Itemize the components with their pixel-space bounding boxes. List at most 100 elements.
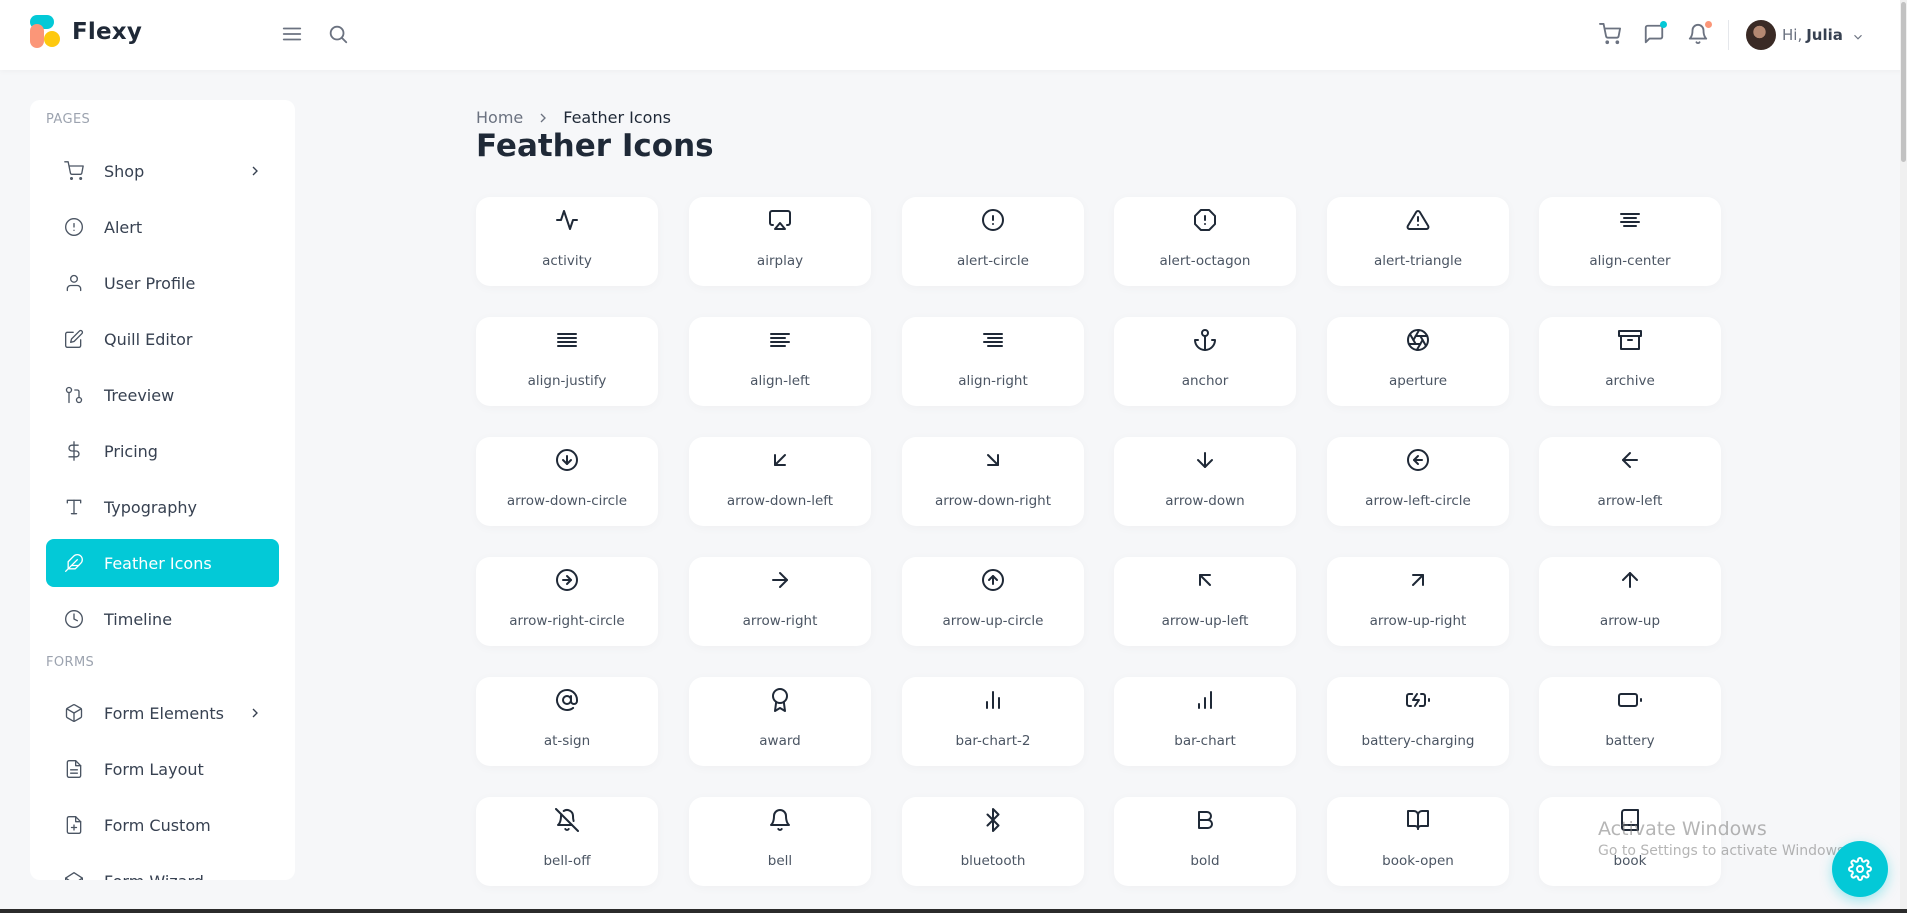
- arrow-left-icon: [1618, 448, 1642, 472]
- user-greeting[interactable]: Hi, Julia: [1782, 26, 1843, 44]
- arrow-left-circle-icon: [1406, 448, 1430, 472]
- settings-button[interactable]: [1832, 841, 1888, 897]
- shopping-cart-icon[interactable]: [1598, 22, 1622, 46]
- icon-card-label: align-right: [958, 373, 1028, 389]
- icon-card-at-sign[interactable]: at-sign: [476, 677, 658, 766]
- icon-card-battery[interactable]: battery: [1539, 677, 1721, 766]
- icon-card-align-justify[interactable]: align-justify: [476, 317, 658, 406]
- sidebar-item-quill-editor[interactable]: Quill Editor: [46, 315, 279, 363]
- taskbar-edge: [0, 909, 1907, 913]
- sidebar-item-label: Form Wizard: [104, 872, 204, 881]
- icon-card-bar-chart[interactable]: bar-chart: [1114, 677, 1296, 766]
- battery-charging-icon: [1406, 688, 1430, 712]
- icon-card-activity[interactable]: activity: [476, 197, 658, 286]
- icon-card-battery-charging[interactable]: battery-charging: [1327, 677, 1509, 766]
- bold-icon: [1193, 808, 1217, 832]
- icon-card-bar-chart-2[interactable]: bar-chart-2: [902, 677, 1084, 766]
- icon-card-arrow-up-left[interactable]: arrow-up-left: [1114, 557, 1296, 646]
- sidebar-item-feather-icons[interactable]: Feather Icons: [46, 539, 279, 587]
- bluetooth-icon: [981, 808, 1005, 832]
- book-open-icon: [1406, 808, 1430, 832]
- icon-card-arrow-up-circle[interactable]: arrow-up-circle: [902, 557, 1084, 646]
- icon-card-align-center[interactable]: align-center: [1539, 197, 1721, 286]
- type-icon: [64, 497, 84, 517]
- icon-card-alert-triangle[interactable]: alert-triangle: [1327, 197, 1509, 286]
- icon-card-label: arrow-up-circle: [942, 613, 1044, 629]
- sidebar-item-user-profile[interactable]: User Profile: [46, 259, 279, 307]
- sidebar-item-shop[interactable]: Shop: [46, 147, 279, 195]
- sidebar-item-form-elements[interactable]: Form Elements: [46, 689, 279, 737]
- sidebar-item-form-wizard[interactable]: Form Wizard: [46, 857, 279, 880]
- icon-card-alert-octagon[interactable]: alert-octagon: [1114, 197, 1296, 286]
- brand-name[interactable]: Flexy: [72, 19, 142, 45]
- page-title: Feather Icons: [476, 128, 714, 164]
- icon-card-anchor[interactable]: anchor: [1114, 317, 1296, 406]
- search-icon[interactable]: [326, 22, 350, 46]
- bell-off-icon: [555, 808, 579, 832]
- sidebar-item-timeline[interactable]: Timeline: [46, 595, 279, 643]
- icon-card-label: arrow-up-left: [1161, 613, 1249, 629]
- icon-card-alert-circle[interactable]: alert-circle: [902, 197, 1084, 286]
- icon-card-label: award: [759, 733, 801, 749]
- sidebar-item-label: Quill Editor: [104, 329, 193, 349]
- sidebar-item-typography[interactable]: Typography: [46, 483, 279, 531]
- sidebar-item-label: Feather Icons: [104, 553, 212, 573]
- icon-card-bell[interactable]: bell: [689, 797, 871, 886]
- icon-card-bluetooth[interactable]: bluetooth: [902, 797, 1084, 886]
- breadcrumb-home[interactable]: Home: [476, 108, 523, 127]
- icon-card-label: book-open: [1382, 853, 1454, 869]
- icon-card-label: airplay: [756, 253, 804, 269]
- icon-card-arrow-up-right[interactable]: arrow-up-right: [1327, 557, 1509, 646]
- icon-card-arrow-right-circle[interactable]: arrow-right-circle: [476, 557, 658, 646]
- icon-card-label: arrow-right: [742, 613, 818, 629]
- sidebar-item-label: Treeview: [104, 385, 175, 405]
- icon-card-airplay[interactable]: airplay: [689, 197, 871, 286]
- align-justify-icon: [555, 328, 579, 352]
- icon-card-award[interactable]: award: [689, 677, 871, 766]
- icon-card-arrow-left[interactable]: arrow-left: [1539, 437, 1721, 526]
- icon-card-arrow-right[interactable]: arrow-right: [689, 557, 871, 646]
- icon-card-bold[interactable]: bold: [1114, 797, 1296, 886]
- git-pull-request-icon: [64, 385, 84, 405]
- messages-indicator: [1660, 21, 1667, 28]
- sidebar-item-label: Shop: [104, 161, 145, 181]
- icon-card-arrow-left-circle[interactable]: arrow-left-circle: [1327, 437, 1509, 526]
- icon-card-arrow-down-left[interactable]: arrow-down-left: [689, 437, 871, 526]
- sidebar-item-pricing[interactable]: Pricing: [46, 427, 279, 475]
- icon-card-align-left[interactable]: align-left: [689, 317, 871, 406]
- icon-card-align-right[interactable]: align-right: [902, 317, 1084, 406]
- sidebar-item-form-custom[interactable]: Form Custom: [46, 801, 279, 849]
- icon-card-arrow-down[interactable]: arrow-down: [1114, 437, 1296, 526]
- bar-chart-icon: [1193, 688, 1217, 712]
- airplay-icon: [768, 208, 792, 232]
- sidebar-item-treeview[interactable]: Treeview: [46, 371, 279, 419]
- arrow-up-circle-icon: [981, 568, 1005, 592]
- scrollbar-thumb[interactable]: [1901, 2, 1906, 162]
- clock-icon: [64, 609, 84, 629]
- file-plus-icon: [64, 815, 84, 835]
- icon-card-label: bar-chart-2: [955, 733, 1031, 749]
- menu-icon[interactable]: [280, 22, 304, 46]
- icon-card-aperture[interactable]: aperture: [1327, 317, 1509, 406]
- icon-card-arrow-up[interactable]: arrow-up: [1539, 557, 1721, 646]
- icon-card-archive[interactable]: archive: [1539, 317, 1721, 406]
- sidebar-item-label: User Profile: [104, 273, 196, 293]
- icon-card-label: bold: [1190, 853, 1220, 869]
- chevron-right-icon: [535, 110, 551, 126]
- dollar-sign-icon: [64, 441, 84, 461]
- bell-icon: [768, 808, 792, 832]
- icon-card-book[interactable]: book: [1539, 797, 1721, 886]
- sidebar-item-form-layout[interactable]: Form Layout: [46, 745, 279, 793]
- icon-card-arrow-down-right[interactable]: arrow-down-right: [902, 437, 1084, 526]
- chevron-down-icon[interactable]: [1851, 29, 1865, 43]
- alert-octagon-icon: [1193, 208, 1217, 232]
- user-name: Julia: [1806, 26, 1843, 44]
- icon-card-book-open[interactable]: book-open: [1327, 797, 1509, 886]
- icon-card-label: arrow-down-left: [726, 493, 834, 509]
- sidebar-item-alert[interactable]: Alert: [46, 203, 279, 251]
- avatar[interactable]: [1746, 20, 1776, 50]
- arrow-up-left-icon: [1193, 568, 1217, 592]
- icon-card-bell-off[interactable]: bell-off: [476, 797, 658, 886]
- icon-card-arrow-down-circle[interactable]: arrow-down-circle: [476, 437, 658, 526]
- flexy-logo[interactable]: [30, 15, 62, 48]
